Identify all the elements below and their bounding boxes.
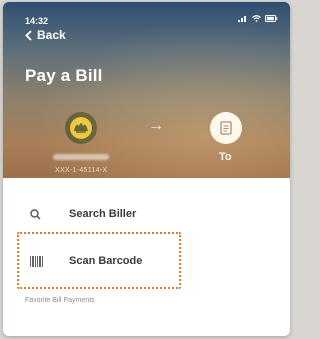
bank-logo-icon [70, 117, 92, 139]
phone-screen: 14:32 Back Pay a Bill → To XXX-1-45114-X… [3, 2, 290, 336]
signal-icon [238, 16, 246, 22]
arrow-right-icon: → [148, 117, 164, 134]
search-biller-label: Search Biller [69, 208, 137, 220]
status-time: 14:32 [25, 16, 49, 26]
battery-icon [265, 15, 278, 22]
scan-barcode-item[interactable]: Scan Barcode [3, 241, 290, 281]
scan-barcode-label: Scan Barcode [69, 255, 143, 267]
account-number: XXX-1-45114-X [55, 167, 108, 174]
header-banner: 14:32 Back Pay a Bill → To XXX-1-45114-X [3, 2, 290, 178]
back-label: Back [37, 28, 66, 42]
page-title: Pay a Bill [25, 66, 103, 85]
document-icon [220, 121, 232, 135]
status-icons [238, 15, 278, 22]
search-biller-item[interactable]: Search Biller [3, 194, 290, 234]
bank-logo [65, 112, 97, 144]
to-label: To [219, 151, 232, 163]
chevron-left-icon [25, 29, 32, 41]
wifi-icon [252, 15, 261, 22]
to-biller-button[interactable] [210, 112, 242, 144]
account-name-redacted [53, 154, 109, 160]
favorites-section-label: Favorite Bill Payments [25, 297, 95, 304]
search-icon [30, 208, 41, 220]
barcode-icon [30, 255, 44, 267]
back-button[interactable]: Back [25, 28, 66, 42]
